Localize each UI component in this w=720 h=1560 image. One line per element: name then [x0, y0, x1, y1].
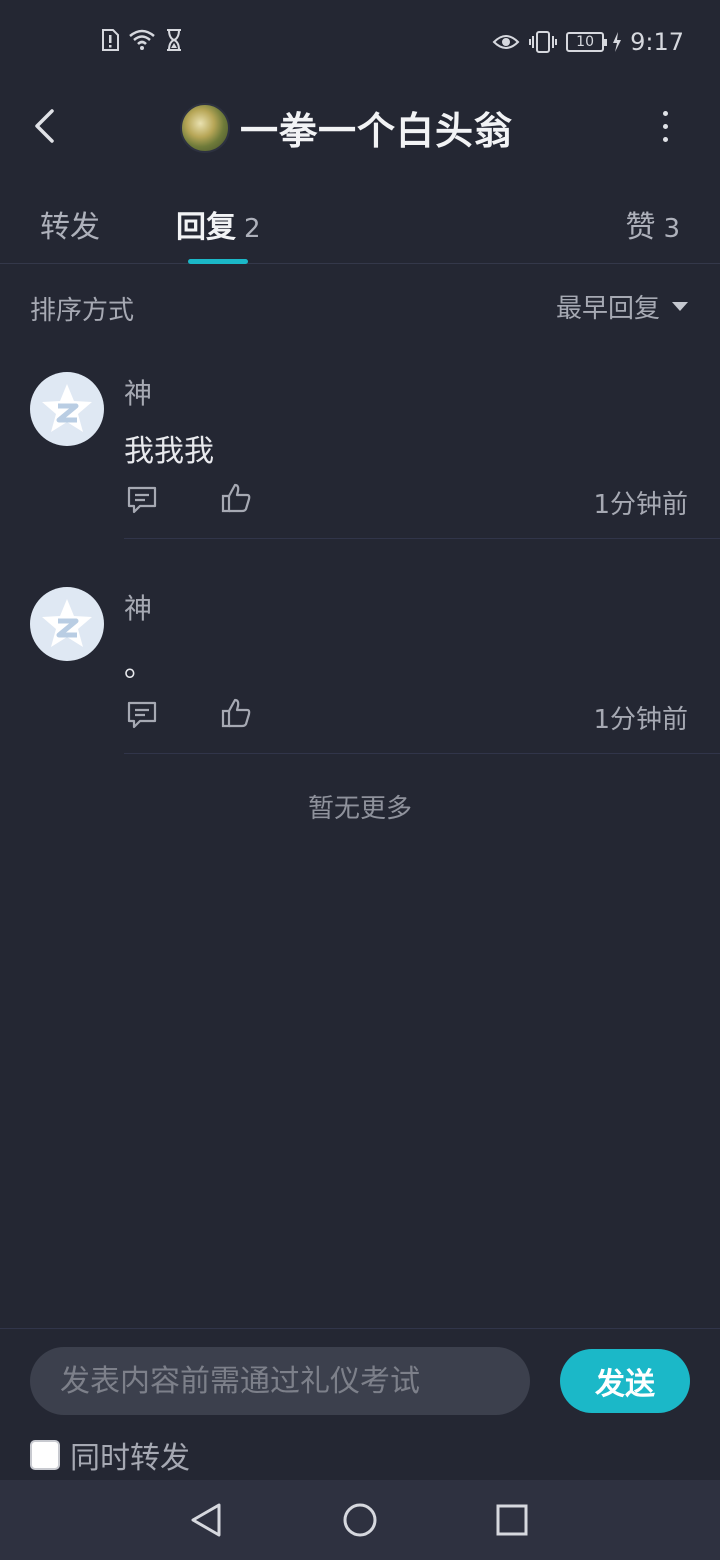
tab-reply-count: 2: [244, 214, 261, 244]
status-right-icons: 10 9:17: [492, 28, 684, 56]
tab-reply-label: 回复: [176, 210, 236, 245]
title-wrap[interactable]: 一拳一个白头翁: [180, 100, 513, 155]
qq-star-avatar-icon: [42, 599, 92, 647]
avatar[interactable]: [30, 587, 104, 661]
comment-icon[interactable]: [126, 699, 158, 731]
tab-forward[interactable]: 转发: [40, 202, 100, 246]
header: 一拳一个白头翁: [0, 84, 720, 168]
composer: 发送 同时转发: [0, 1328, 720, 1480]
reply-time: 1分钟前: [593, 490, 688, 520]
more-button[interactable]: [650, 106, 680, 146]
tab-active-indicator: [188, 259, 248, 264]
charging-icon: [613, 32, 622, 52]
battery-icon: 10: [566, 32, 608, 52]
send-button[interactable]: 发送: [560, 1349, 690, 1413]
back-button[interactable]: [24, 102, 64, 150]
caret-down-icon: [672, 302, 688, 311]
thumbs-up-icon[interactable]: [220, 482, 252, 514]
reply-item: 神 。 1分钟前: [0, 587, 720, 787]
reply-author[interactable]: 神: [124, 372, 152, 412]
chevron-left-icon: [35, 109, 54, 143]
tab-like-label: 赞: [625, 210, 656, 245]
nav-recents-button[interactable]: [492, 1500, 532, 1540]
square-recents-icon: [496, 1504, 528, 1536]
reply-input-box[interactable]: [30, 1347, 530, 1415]
triangle-back-icon: [191, 1503, 221, 1537]
reply-input[interactable]: [60, 1363, 530, 1399]
nav-home-button[interactable]: [340, 1500, 380, 1540]
sort-label: 排序方式: [30, 296, 135, 326]
status-time: 9:17: [630, 28, 684, 56]
sort-selected: 最早回复: [555, 294, 660, 324]
wifi-icon: [129, 29, 155, 50]
thumbs-up-icon[interactable]: [220, 697, 252, 729]
vibrate-icon: [529, 31, 558, 53]
group-avatar: [180, 102, 230, 153]
reply-author[interactable]: 神: [124, 587, 152, 627]
divider: [124, 538, 720, 539]
also-forward-label: 同时转发: [70, 1441, 190, 1476]
more-vertical-icon: [662, 110, 668, 116]
sort-row: 排序方式 最早回复: [0, 276, 720, 336]
divider: [124, 753, 720, 754]
circle-home-icon: [343, 1503, 377, 1537]
reply-text: 。: [124, 649, 154, 684]
system-nav-bar: [0, 1480, 720, 1560]
comment-icon[interactable]: [126, 484, 158, 516]
nav-back-button[interactable]: [186, 1500, 226, 1540]
also-forward-checkbox[interactable]: [30, 1440, 60, 1470]
no-more-text: 暂无更多: [307, 794, 412, 824]
page-title: 一拳一个白头翁: [240, 109, 514, 153]
more-vertical-icon: [662, 136, 668, 142]
more-vertical-icon: [662, 123, 668, 129]
also-forward-option[interactable]: 同时转发: [30, 1433, 190, 1477]
tab-like[interactable]: 赞3: [625, 202, 680, 246]
avatar[interactable]: [30, 372, 104, 446]
tab-reply[interactable]: 回复 2: [176, 202, 261, 246]
sort-dropdown[interactable]: 最早回复: [556, 288, 688, 325]
qq-star-avatar-icon: [42, 384, 92, 432]
status-bar: 10 9:17: [0, 0, 720, 84]
hourglass-icon: [167, 29, 181, 51]
reply-time: 1分钟前: [593, 705, 688, 735]
sim-alert-icon: [102, 29, 119, 51]
reply-item: 神 我我我 1分钟前: [0, 372, 720, 572]
tab-like-count: 3: [663, 214, 680, 244]
status-left-icons: [100, 28, 184, 52]
reply-text: 我我我: [124, 434, 214, 469]
tab-forward-label: 转发: [40, 210, 100, 245]
eye-icon: [492, 35, 520, 49]
tab-bar: 转发 回复 2 赞3: [0, 184, 720, 264]
